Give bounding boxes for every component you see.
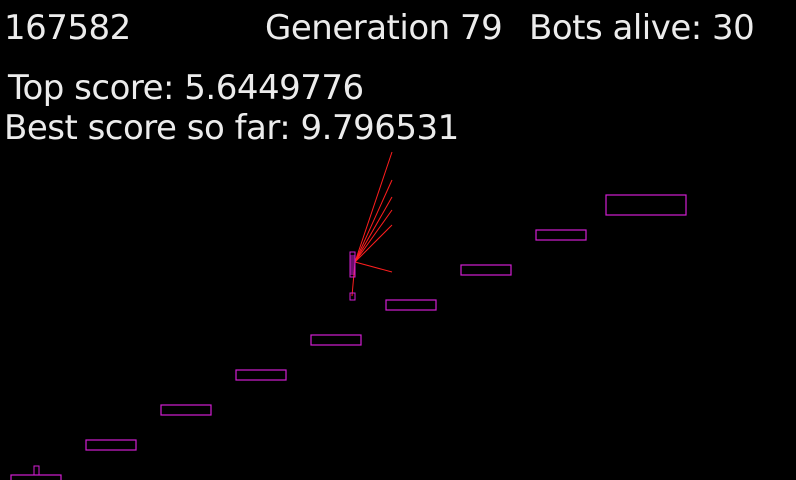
game-canvas: [10, 151, 687, 480]
platform: [85, 439, 137, 451]
platform: [385, 299, 437, 311]
bot-group: [33, 251, 356, 476]
bot: [33, 465, 40, 476]
sensor-rays: [351, 151, 393, 297]
platform: [310, 334, 362, 346]
sensor-ray: [354, 209, 393, 263]
sensor-ray: [354, 224, 393, 263]
sensor-ray: [354, 261, 393, 273]
platform: [10, 474, 62, 480]
bot: [349, 255, 356, 263]
platform: [460, 264, 512, 276]
platform: [160, 404, 212, 416]
platform: [235, 369, 287, 381]
platform: [535, 229, 587, 241]
platform: [605, 194, 687, 216]
sensor-ray: [354, 179, 393, 263]
bot: [349, 251, 356, 259]
